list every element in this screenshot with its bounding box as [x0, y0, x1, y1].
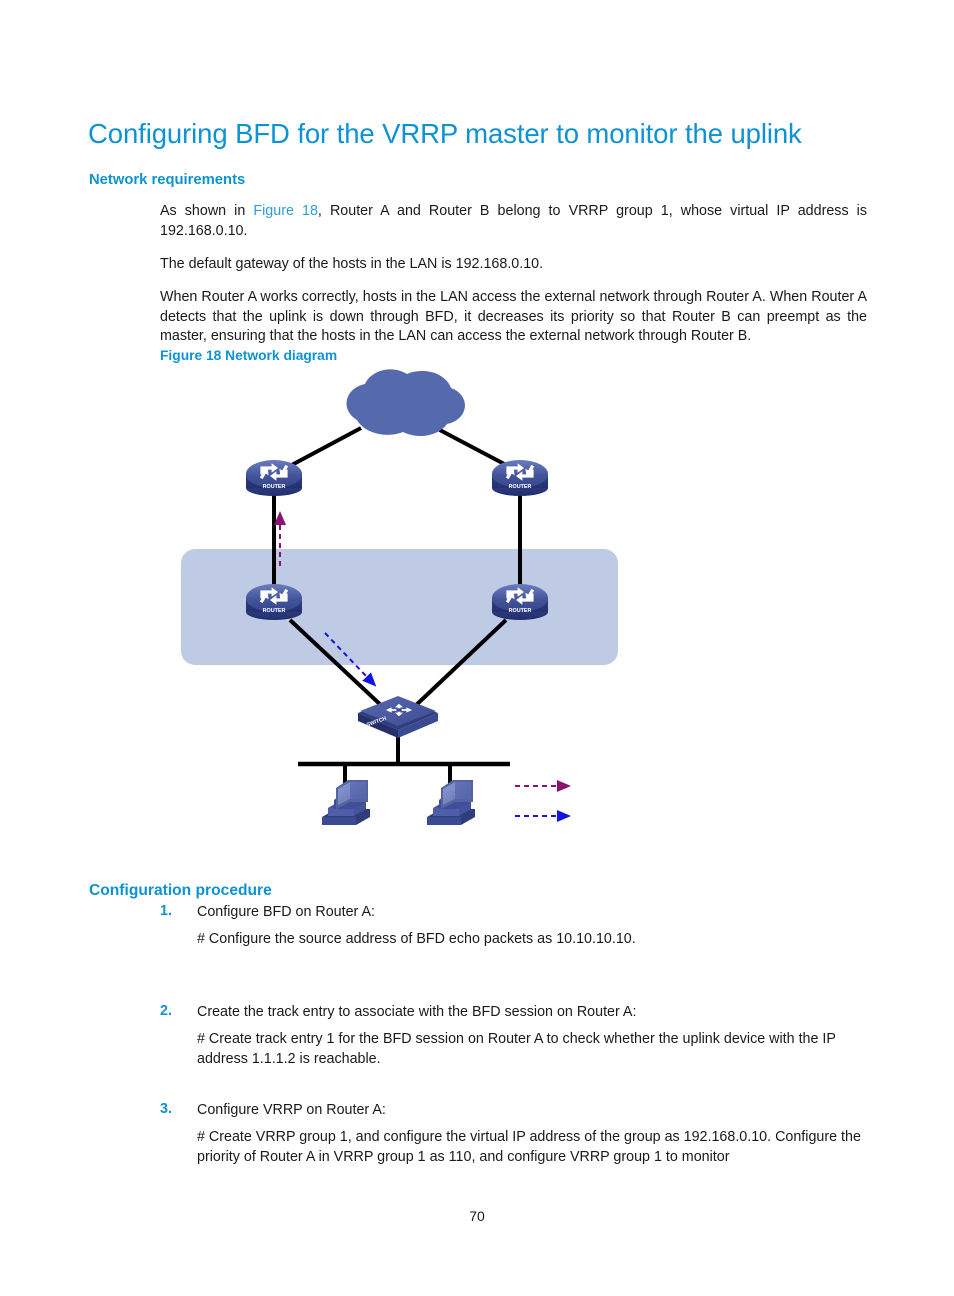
link-cloud-to-upper-right-router	[435, 426, 511, 469]
figure-caption: Figure 18 Network diagram	[160, 348, 338, 363]
paragraph-default-gateway: The default gateway of the hosts in the …	[160, 256, 544, 273]
figure-18-link[interactable]: Figure 18	[253, 203, 318, 219]
paragraph-network-overview: As shown in Figure 18, Router A and Rout…	[160, 202, 867, 241]
step-2-title: Create the track entry to associate with…	[197, 1004, 637, 1020]
page-number: 70	[469, 1208, 485, 1224]
router-upper-right: ROUTER	[492, 460, 548, 496]
heading-configuration-procedure: Configuration procedure	[89, 881, 272, 899]
paragraph-failover-behavior: When Router A works correctly, hosts in …	[160, 289, 867, 345]
page-title: Configuring BFD for the VRRP master to m…	[88, 118, 802, 150]
step-3-command: # Create VRRP group 1, and configure the…	[197, 1129, 861, 1165]
document-page: Configuring BFD for the VRRP master to m…	[0, 0, 954, 1296]
network-diagram: ROUTER ROUTER ROUTER ROUTER SWITCH	[170, 368, 630, 860]
switch-device: SWITCH	[358, 696, 438, 738]
host-left	[322, 780, 370, 825]
step-1-command: # Configure the source address of BFD ec…	[197, 931, 636, 947]
step-1-title: Configure BFD on Router A:	[197, 904, 376, 920]
router-lower-left-label: ROUTER	[263, 608, 286, 614]
step-3-title: Configure VRRP on Router A:	[197, 1102, 386, 1118]
link-cloud-to-upper-left-router	[287, 426, 362, 469]
host-right	[427, 780, 475, 825]
heading-network-requirements: Network requirements	[89, 172, 246, 189]
router-lower-right: ROUTER	[492, 584, 548, 620]
paragraph-text-before-link: As shown in	[160, 203, 254, 220]
cloud-external-network	[346, 369, 465, 437]
step-2-number: 2.	[160, 1003, 172, 1019]
router-upper-right-label: ROUTER	[509, 484, 532, 490]
router-lower-right-label: ROUTER	[509, 608, 532, 614]
step-1-number: 1.	[160, 903, 172, 919]
router-upper-left: ROUTER	[246, 460, 302, 496]
step-3-number: 3.	[160, 1101, 172, 1117]
router-lower-left: ROUTER	[246, 584, 302, 620]
step-2-command: # Create track entry 1 for the BFD sessi…	[197, 1031, 836, 1067]
router-upper-left-label: ROUTER	[263, 484, 286, 490]
